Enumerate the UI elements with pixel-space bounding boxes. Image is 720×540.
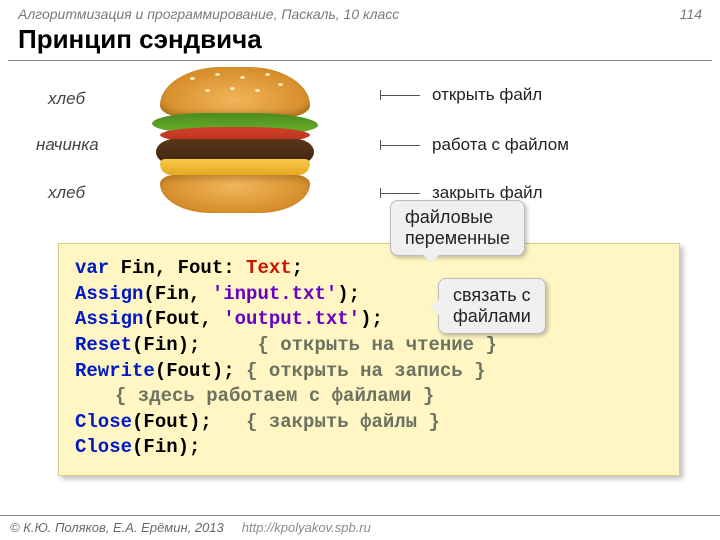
callout-tail-icon: [421, 253, 441, 273]
code-line-7: Close(Fout); { закрыть файлы }: [75, 410, 663, 436]
sandwich-diagram: хлеб начинка хлеб открыть файл работа с …: [0, 65, 720, 235]
code-line-6: { здесь работаем с файлами }: [75, 384, 663, 410]
label-work-file-text: работа с файлом: [432, 135, 569, 155]
code-line-1: var Fin, Fout: Text;: [75, 256, 663, 282]
label-open-file: открыть файл: [380, 85, 542, 105]
divider: [8, 60, 712, 61]
callout-assign-text: связать с файлами: [453, 285, 531, 327]
callout-tail-icon: [421, 297, 441, 317]
code-line-4: Reset(Fin); { открыть на чтение }: [75, 333, 663, 359]
page-number: 114: [680, 6, 702, 22]
slide-header: Алгоритмизация и программирование, Паска…: [0, 0, 720, 24]
label-work-file: работа с файлом: [380, 135, 569, 155]
bracket-icon: [380, 138, 420, 152]
burger-icon: [130, 67, 340, 227]
slide-footer: © К.Ю. Поляков, Е.А. Ерёмин, 2013 http:/…: [0, 515, 720, 540]
copyright: © К.Ю. Поляков, Е.А. Ерёмин, 2013: [10, 520, 224, 535]
code-listing: var Fin, Fout: Text; Assign(Fin, 'input.…: [58, 243, 680, 476]
label-bread-top: хлеб: [48, 89, 85, 109]
code-line-8: Close(Fin);: [75, 435, 663, 461]
label-bread-bottom: хлеб: [48, 183, 85, 203]
code-line-3: Assign(Fout, 'output.txt');: [75, 307, 663, 333]
bracket-icon: [380, 186, 420, 200]
code-line-5: Rewrite(Fout); { открыть на запись }: [75, 359, 663, 385]
callout-assign: связать с файлами: [438, 278, 546, 334]
slide-title: Принцип сэндвича: [0, 24, 720, 57]
footer-url: http://kpolyakov.spb.ru: [242, 520, 371, 535]
code-line-2: Assign(Fin, 'input.txt');: [75, 282, 663, 308]
course-name: Алгоритмизация и программирование, Паска…: [18, 6, 399, 22]
label-open-file-text: открыть файл: [432, 85, 542, 105]
callout-file-vars: файловые переменные: [390, 200, 525, 256]
label-filling: начинка: [36, 135, 99, 155]
callout-file-vars-text: файловые переменные: [405, 207, 510, 249]
bracket-icon: [380, 88, 420, 102]
